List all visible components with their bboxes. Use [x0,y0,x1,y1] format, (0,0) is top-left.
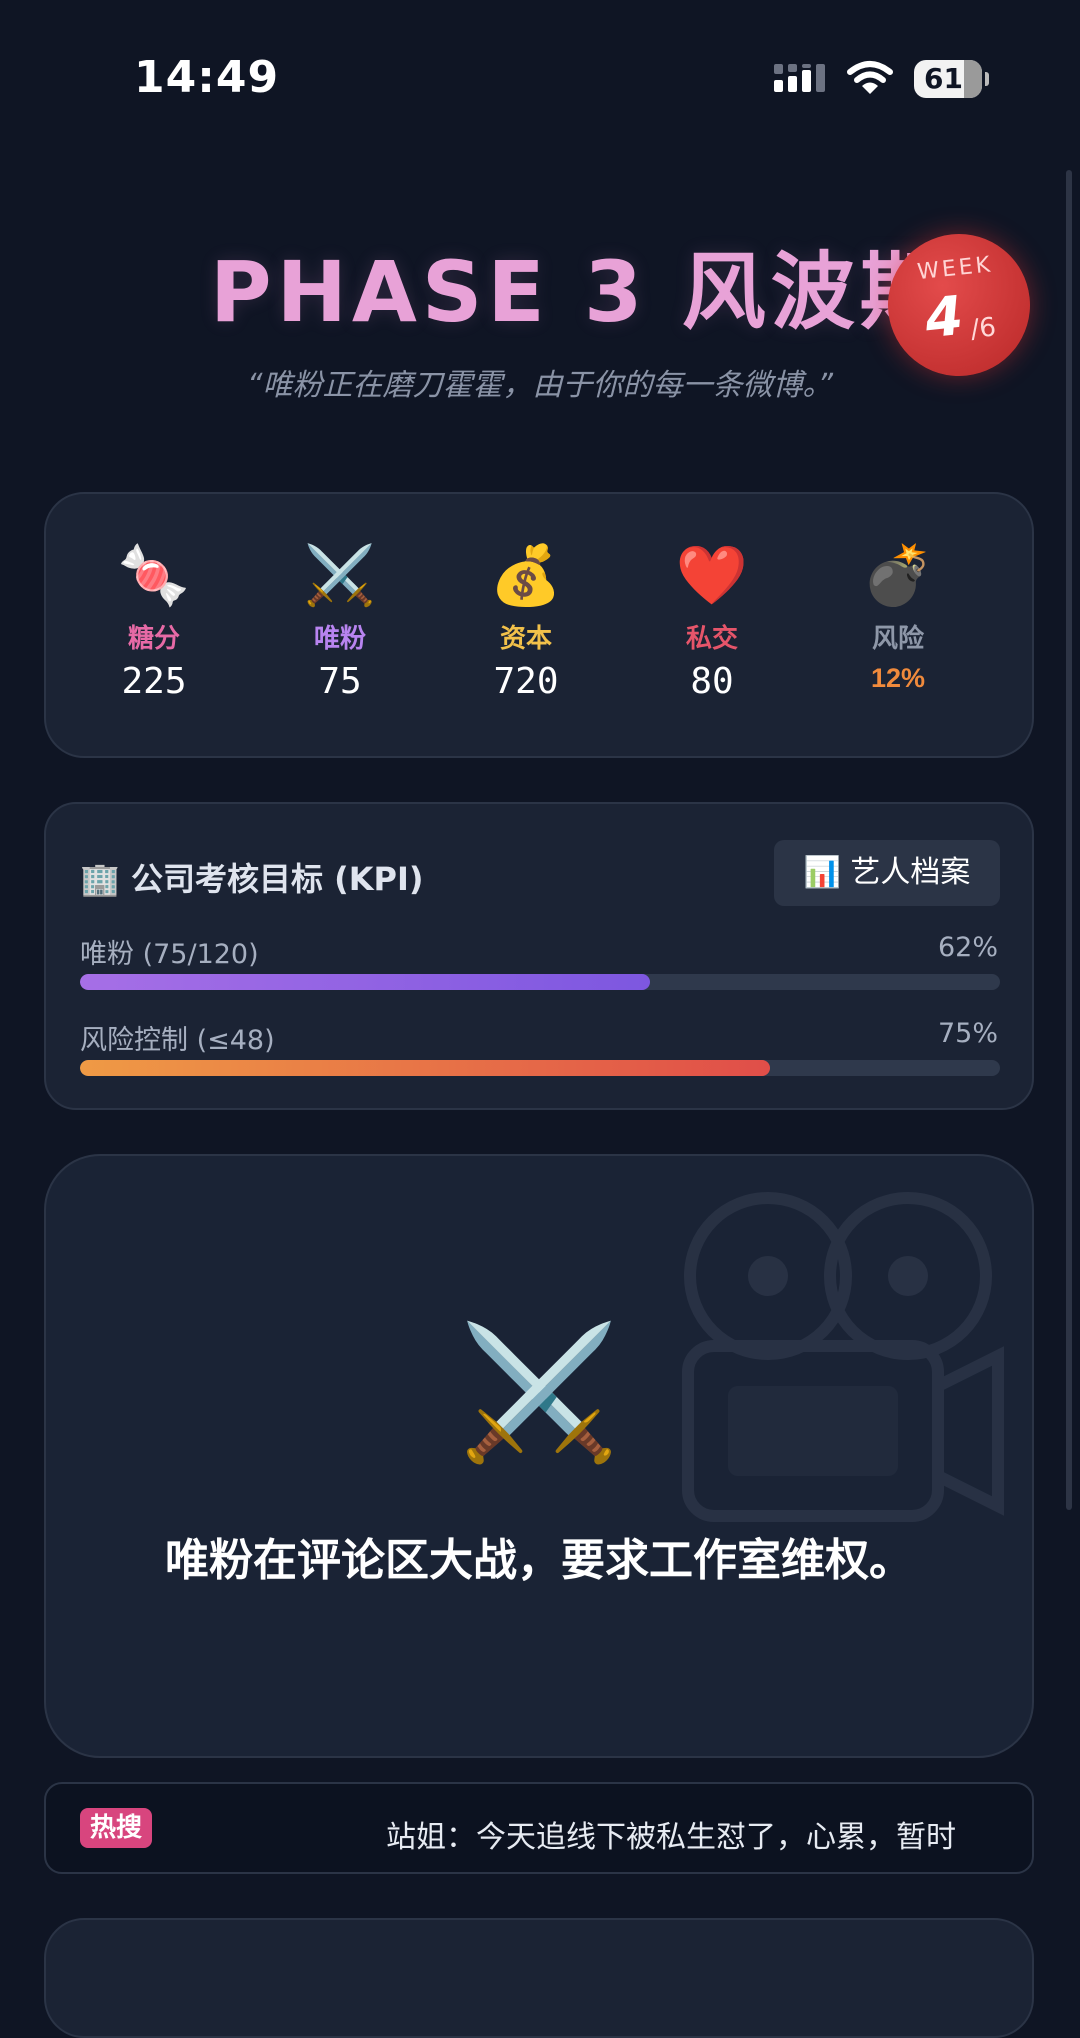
wifi-icon [847,61,893,94]
kpi-fans-label: 唯粉 (75/120) [80,939,259,970]
hot-search-text: 站姐：今天追线下被私生怼了，心累，暂时 [386,1820,956,1855]
stat-label: 风险 [871,624,924,654]
kpi-fans-progress [80,974,1000,990]
hot-search-tag: 热搜 [80,1808,153,1848]
stat-fans: ⚔️ 唯粉 75 [260,540,420,702]
stat-candy: 🍬 糖分 225 [74,540,234,702]
stat-risk: 💣 风险 12% [818,540,978,694]
status-time: 14:49 [134,52,280,103]
stat-value: 12% [870,663,926,693]
stat-value: 720 [493,661,559,702]
candy-icon: 🍬 [117,541,191,609]
stat-label: 资本 [499,624,552,654]
kpi-risk-label: 风险控制 (≤48) [80,1025,275,1056]
stat-label: 私交 [685,624,738,654]
week-total: /6 [969,312,998,345]
kpi-risk-progress-fill [80,1060,770,1076]
page-title: PHASE 3 风波期 [210,243,949,341]
stat-capital: 💰 资本 720 [446,540,606,702]
kpi-panel: 🏢 公司考核目标 (KPI) 📊 艺人档案 唯粉 (75/120) 62% 风险… [44,802,1034,1110]
bomb-icon: 💣 [861,541,935,609]
hot-search-ticker[interactable]: 热搜 站姐：今天追线下被私生怼了，心累，暂时 [44,1782,1034,1874]
crossed-swords-icon: ⚔️ [458,1316,620,1468]
stats-panel: 🍬 糖分 225 ⚔️ 唯粉 75 💰 资本 720 ❤️ 私交 80 💣 风险… [44,492,1034,758]
money-bag-icon: 💰 [489,541,563,609]
scrollbar[interactable] [1066,170,1072,1510]
kpi-fans-progress-fill [80,974,651,990]
kpi-fans-percent: 62% [937,932,998,963]
kpi-risk-percent: 75% [937,1018,998,1049]
stat-label: 糖分 [127,624,180,654]
kpi-risk-progress [80,1060,1000,1076]
stat-value: 80 [690,661,734,702]
event-card[interactable]: ⚔️ 唯粉在评论区大战，要求工作室维权。 [44,1154,1034,1758]
next-card [44,1918,1034,2038]
stat-friendship: ❤️ 私交 80 [632,540,792,702]
crossed-swords-icon: ⚔️ [303,541,377,609]
battery-level: 61 [924,62,963,95]
stat-label: 唯粉 [313,624,366,654]
artist-profile-button[interactable]: 📊 艺人档案 [774,840,1000,906]
heart-icon: ❤️ [675,541,749,609]
event-description: 唯粉在评论区大战，要求工作室维权。 [165,1535,913,1586]
kpi-title: 🏢 公司考核目标 (KPI) [80,860,424,898]
page-subtitle: “唯粉正在磨刀霍霍，由于你的每一条微博。” [246,368,834,403]
stat-value: 225 [121,661,187,702]
battery-indicator: 61 [914,60,989,98]
week-current: 4 [921,283,966,351]
stat-value: 75 [318,661,362,702]
cellular-signal-icon [774,64,825,92]
